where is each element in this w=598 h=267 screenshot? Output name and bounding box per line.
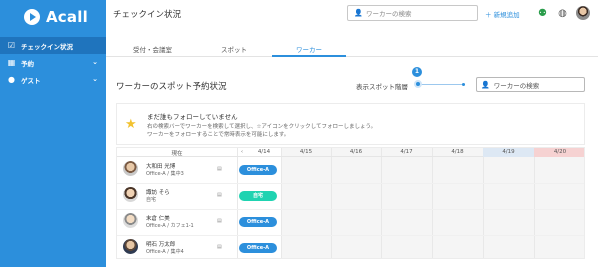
play-circle-icon (24, 9, 40, 25)
table-row[interactable]: 諏訪 そら 自宅 ▤ (117, 183, 237, 209)
status-badge: 自宅 (239, 191, 277, 201)
sidebar-item-guest[interactable]: ● ゲスト ⌄ (0, 71, 106, 88)
table-row[interactable]: 明石 万太郎 Office-A / 集中4 ▤ (117, 235, 237, 258)
worker-schedule-table: 現在 ‹ 4/14 4/15 4/16 4/17 4/18 4/19 4/20 … (116, 147, 585, 259)
worker-search-input[interactable]: 👤 ワーカーの検索 (476, 77, 585, 92)
tab-spot[interactable]: スポット (221, 44, 247, 54)
worker-search-placeholder: ワーカーの検索 (493, 81, 540, 90)
user-avatar[interactable] (576, 6, 590, 20)
chevron-down-icon: ⌄ (92, 75, 98, 83)
calendar-icon: ▦ (7, 58, 16, 67)
date-column (483, 148, 534, 258)
person-search-icon: 👤 (354, 9, 363, 17)
brand[interactable]: Acall (0, 0, 106, 34)
table-header: 現在 ‹ 4/14 4/15 4/16 4/17 4/18 4/19 4/20 (117, 148, 584, 157)
worker-location: Office-A / カフェ1-1 (146, 223, 194, 229)
prev-dates-arrow[interactable]: ‹ (237, 148, 247, 157)
sidebar-item-reservation[interactable]: ▦ 予約 ⌄ (0, 54, 106, 71)
checkbox-icon: ☑ (7, 41, 16, 50)
date-header: 4/17 (400, 149, 413, 155)
worker-location: Office-A / 集中3 (146, 171, 184, 177)
date-header-sunday: 4/20 (534, 148, 584, 157)
date-header: 4/14 (257, 149, 271, 155)
sidebar-item-label: 予約 (21, 59, 34, 68)
header-current: 現在 (171, 151, 183, 157)
active-tab-indicator (272, 55, 346, 57)
worker-name: 末倉 仁美 (146, 216, 170, 222)
spot-level-slider-handle[interactable] (414, 80, 422, 88)
notice-title: まだ誰もフォローしていません (147, 113, 238, 121)
status-badge: Office-A (239, 165, 277, 175)
status-person-icon[interactable]: ⚉ (537, 8, 548, 19)
brand-name: Acall (46, 8, 88, 26)
sidebar: Acall ☑ チェックイン状況 ▦ 予約 ⌄ ● ゲスト ⌄ (0, 0, 106, 267)
date-column (534, 148, 584, 258)
section-title: ワーカーのスポット予約状況 (116, 82, 227, 92)
header-search-input[interactable]: 👤 ワーカーの検索 (347, 5, 478, 21)
sidebar-item-label: チェックイン状況 (21, 42, 73, 51)
worker-location: Office-A / 集中4 (146, 249, 184, 255)
date-column (381, 148, 432, 258)
worker-name: 明石 万太郎 (146, 242, 176, 248)
id-card-icon[interactable]: ▤ (217, 218, 222, 224)
sidebar-item-checkin-status[interactable]: ☑ チェックイン状況 (0, 37, 106, 54)
tab-worker[interactable]: ワーカー (296, 44, 322, 54)
add-new-button[interactable]: ＋ 新規追加 (485, 9, 520, 19)
globe-icon[interactable]: ◍ (557, 8, 568, 19)
worker-location: 自宅 (146, 197, 157, 203)
avatar (123, 161, 138, 176)
id-card-icon[interactable]: ▤ (217, 244, 222, 250)
tab-reception[interactable]: 受付・会議室 (133, 44, 172, 54)
notice-line-2: ワーカーをフォローすることで常時表示を可能にします。 (147, 132, 290, 138)
worker-name: 諏訪 そら (146, 190, 170, 196)
spot-level-slider-track[interactable] (418, 84, 465, 85)
date-column (281, 148, 331, 258)
status-badge: Office-A (239, 243, 277, 253)
follow-notice: ★ まだ誰もフォローしていません 右の検索バーでワーカーを検索して選択し、☆アイ… (116, 103, 585, 145)
date-header: 4/15 (299, 149, 313, 155)
person-search-icon: 👤 (481, 80, 490, 89)
avatar (123, 239, 138, 254)
date-header-saturday: 4/19 (483, 148, 534, 157)
table-row[interactable]: 末倉 仁美 Office-A / カフェ1-1 ▤ (117, 209, 237, 235)
tab-bar: 受付・会議室 スポット ワーカー (106, 40, 598, 57)
avatar (123, 213, 138, 228)
date-column (432, 148, 483, 258)
date-column (331, 148, 381, 258)
header-search-placeholder: ワーカーの検索 (366, 10, 412, 18)
chevron-down-icon: ⌄ (92, 58, 98, 66)
avatar (123, 187, 138, 202)
spot-level-label: 表示スポット階層 (356, 83, 408, 91)
id-card-icon[interactable]: ▤ (217, 192, 222, 198)
spot-level-value-badge: 1 (412, 67, 422, 77)
star-icon: ★ (125, 117, 137, 132)
page-title: チェックイン状況 (113, 10, 182, 20)
spot-level-slider-end (462, 83, 465, 86)
status-badge: Office-A (239, 217, 277, 227)
table-row[interactable]: 大和田 光博 Office-A / 集中3 ▤ (117, 157, 237, 183)
date-header: 4/18 (451, 149, 464, 155)
worker-name: 大和田 光博 (146, 164, 176, 170)
id-card-icon[interactable]: ▤ (217, 166, 222, 172)
person-icon: ● (8, 75, 15, 84)
notice-line-1: 右の検索バーでワーカーを検索して選択し、☆アイコンをクリックしてフォローしましょ… (147, 124, 377, 130)
date-header: 4/16 (349, 149, 363, 155)
sidebar-item-label: ゲスト (21, 76, 41, 85)
